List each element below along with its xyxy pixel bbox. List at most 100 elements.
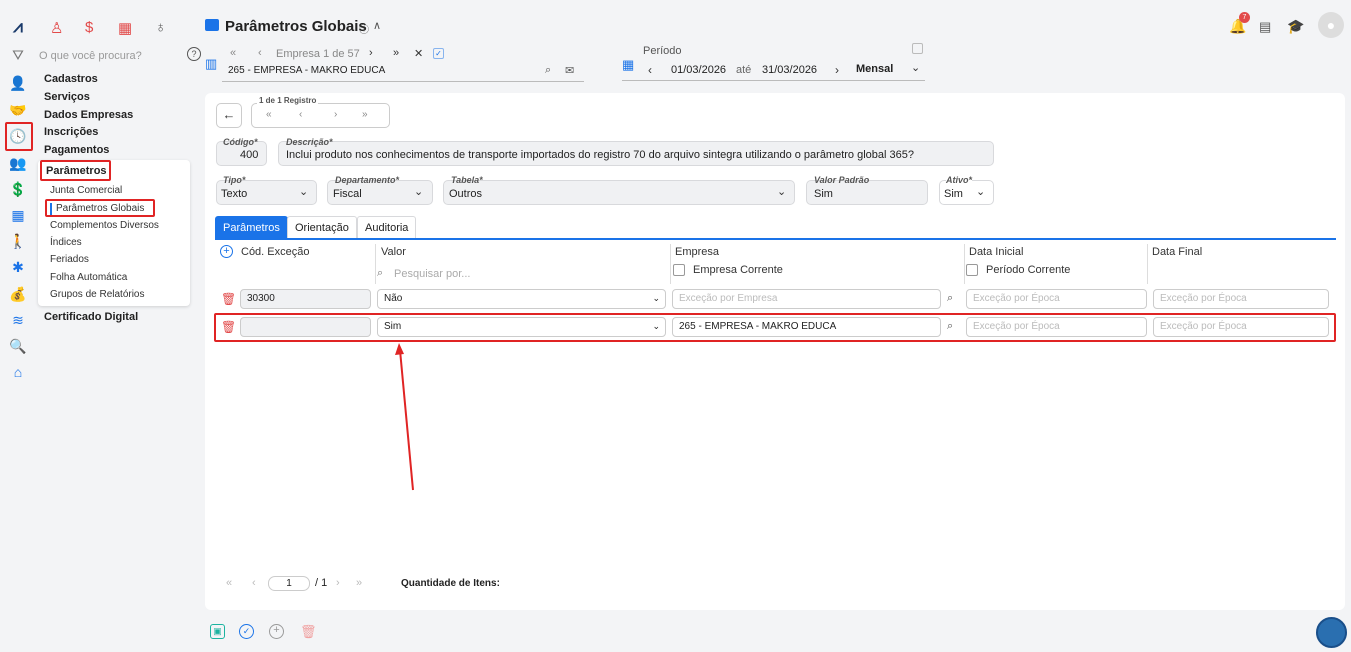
next-empresa-icon[interactable]: › xyxy=(369,47,373,59)
record-first-icon[interactable]: « xyxy=(266,109,272,120)
search-empresa-icon[interactable]: ⌕ xyxy=(545,64,551,77)
delete-icon[interactable]: 🗑 xyxy=(300,624,317,640)
parametros-submenu: Junta Comercial Parâmetros Globais Compl… xyxy=(38,160,190,306)
report-icon[interactable]: ▤ xyxy=(1259,19,1271,35)
add-row-icon[interactable]: + xyxy=(220,245,233,258)
person-arrow-icon[interactable]: 🚶 xyxy=(9,232,27,250)
sub-indices[interactable]: Índices xyxy=(50,237,82,248)
save-icon[interactable]: ▣ xyxy=(210,624,225,639)
sub-junta-comercial[interactable]: Junta Comercial xyxy=(50,185,122,196)
nav-search[interactable]: O que você procura? ? xyxy=(36,47,201,66)
empresa-search-icon[interactable]: ⌕ xyxy=(947,292,953,305)
page-title: Parâmetros Globais xyxy=(225,18,367,35)
avatar[interactable]: ● xyxy=(1318,12,1344,38)
annotation-arrow xyxy=(395,343,414,491)
tabela-select[interactable] xyxy=(443,180,795,205)
sub-feriados[interactable]: Feriados xyxy=(50,254,89,265)
record-next-icon[interactable]: › xyxy=(334,109,337,120)
highlight-parametros xyxy=(40,160,111,181)
calculator-module-icon[interactable]: ▦ xyxy=(118,19,132,37)
tab-orientacao[interactable]: Orientação xyxy=(287,216,357,238)
money-bag-module-icon[interactable]: ♁ xyxy=(155,19,166,36)
codigo-value: 400 xyxy=(240,149,259,161)
tabela-value: Outros xyxy=(449,188,483,200)
chevron-up-icon[interactable]: ∧ xyxy=(373,19,381,32)
prev-empresa-icon[interactable]: ‹ xyxy=(258,47,262,59)
pager-last-icon[interactable]: » xyxy=(356,577,362,589)
user-icon[interactable]: 👤 xyxy=(9,74,27,92)
empresa-input[interactable]: Exceção por Empresa xyxy=(672,289,941,309)
record-last-icon[interactable]: » xyxy=(362,109,368,120)
tab-auditoria[interactable]: Auditoria xyxy=(357,216,417,238)
people-module-icon[interactable]: ♙ xyxy=(50,19,63,37)
confirm-icon[interactable]: ✓ xyxy=(239,624,254,639)
first-empresa-icon[interactable]: « xyxy=(230,47,236,59)
graduation-cap-icon[interactable]: 🎓 xyxy=(1287,18,1304,35)
prev-periodo-icon[interactable]: ‹ xyxy=(648,63,652,77)
sub-complementos-diversos[interactable]: Complementos Diversos xyxy=(50,220,159,231)
sub-grupos-relatorios[interactable]: Grupos de Relatórios xyxy=(50,289,145,300)
money-bag-icon[interactable]: 💰 xyxy=(9,285,27,303)
tabela-label: Tabela* xyxy=(451,175,483,185)
pager-prev-icon[interactable]: ‹ xyxy=(252,577,256,589)
empresa-value[interactable]: 265 - EMPRESA - MAKRO EDUCA xyxy=(228,65,385,76)
nav-certificado-digital[interactable]: Certificado Digital xyxy=(44,311,138,323)
calculator-icon[interactable]: ▦ xyxy=(9,206,27,224)
next-periodo-icon[interactable]: › xyxy=(835,63,839,77)
data-inicial-input[interactable]: Exceção por Época xyxy=(966,289,1147,309)
search-icon[interactable]: 🔍 xyxy=(9,337,27,355)
sub-folha-automatica[interactable]: Folha Automática xyxy=(50,272,127,283)
pager-first-icon[interactable]: « xyxy=(226,577,232,589)
tipo-value: Texto xyxy=(221,188,248,200)
home-icon[interactable]: ⌂ xyxy=(9,363,27,381)
help-icon[interactable]: ? xyxy=(187,47,201,61)
app-logo: ⩘ xyxy=(13,17,23,36)
periodo-corrente-checkbox[interactable] xyxy=(966,264,978,276)
col-cod-excecao: Cód. Exceção xyxy=(241,246,310,258)
dollar-module-icon[interactable]: $ xyxy=(85,19,93,36)
delete-row-icon[interactable]: 🗑 xyxy=(221,292,236,306)
periodo-tipo-chevron-icon[interactable]: ⌄ xyxy=(911,61,920,74)
descricao-label: Descrição* xyxy=(286,137,333,147)
periodo-inicio[interactable]: 01/03/2026 xyxy=(671,64,726,76)
valor-search-input[interactable]: Pesquisar por... xyxy=(394,268,470,280)
nav-dados-empresas[interactable]: Dados Empresas xyxy=(44,109,133,121)
assistant-avatar[interactable] xyxy=(1316,617,1347,648)
periodo-tipo[interactable]: Mensal xyxy=(856,63,893,75)
empresa-corrente-checkbox[interactable] xyxy=(673,264,685,276)
filter-icon[interactable]: ⛛ xyxy=(9,46,27,64)
layers-icon[interactable]: ≋ xyxy=(9,311,27,329)
nav-cadastros[interactable]: Cadastros xyxy=(44,73,98,85)
dollar-icon[interactable]: 💲 xyxy=(9,180,27,198)
nav-pagamentos[interactable]: Pagamentos xyxy=(44,144,109,156)
descricao-value: Inclui produto nos conhecimentos de tran… xyxy=(286,149,914,161)
add-icon[interactable]: + xyxy=(269,624,284,639)
last-empresa-icon[interactable]: » xyxy=(393,47,399,59)
record-nav-label: 1 de 1 Registro xyxy=(257,96,319,105)
check-icon[interactable]: ✓ xyxy=(433,48,444,59)
pager-page-input[interactable]: 1 xyxy=(268,576,310,591)
info-icon[interactable]: ⓘ xyxy=(359,21,369,36)
pager-next-icon[interactable]: › xyxy=(336,577,340,589)
valor-chevron-icon: ⌄ xyxy=(652,293,660,303)
valor-padrao-value: Sim xyxy=(814,188,833,200)
back-arrow-icon[interactable]: ← xyxy=(216,103,242,128)
handshake-icon[interactable]: 🤝 xyxy=(9,101,27,119)
mail-icon[interactable]: ✉ xyxy=(565,64,574,77)
nav-inscricoes[interactable]: Inscrições xyxy=(44,126,98,138)
tab-parametros[interactable]: Parâmetros xyxy=(215,216,288,238)
people-icon[interactable]: 👥 xyxy=(9,154,27,172)
record-prev-icon[interactable]: ‹ xyxy=(299,109,302,120)
pager-total: / 1 xyxy=(315,577,328,589)
codigo-label: Código* xyxy=(223,137,258,147)
network-icon[interactable]: ✱ xyxy=(9,258,27,276)
nav-servicos[interactable]: Serviços xyxy=(44,91,90,103)
tabela-chevron-icon: ⌄ xyxy=(777,186,787,198)
data-final-input[interactable]: Exceção por Época xyxy=(1153,289,1329,309)
periodo-fim[interactable]: 31/03/2026 xyxy=(762,64,817,76)
cod-excecao-input[interactable]: 30300 xyxy=(240,289,371,309)
close-icon[interactable]: ✕ xyxy=(414,47,423,60)
calendar-icon: ▦ xyxy=(622,57,635,72)
valor-select[interactable]: Não ⌄ xyxy=(377,289,666,309)
periodo-checkbox[interactable] xyxy=(912,43,923,54)
